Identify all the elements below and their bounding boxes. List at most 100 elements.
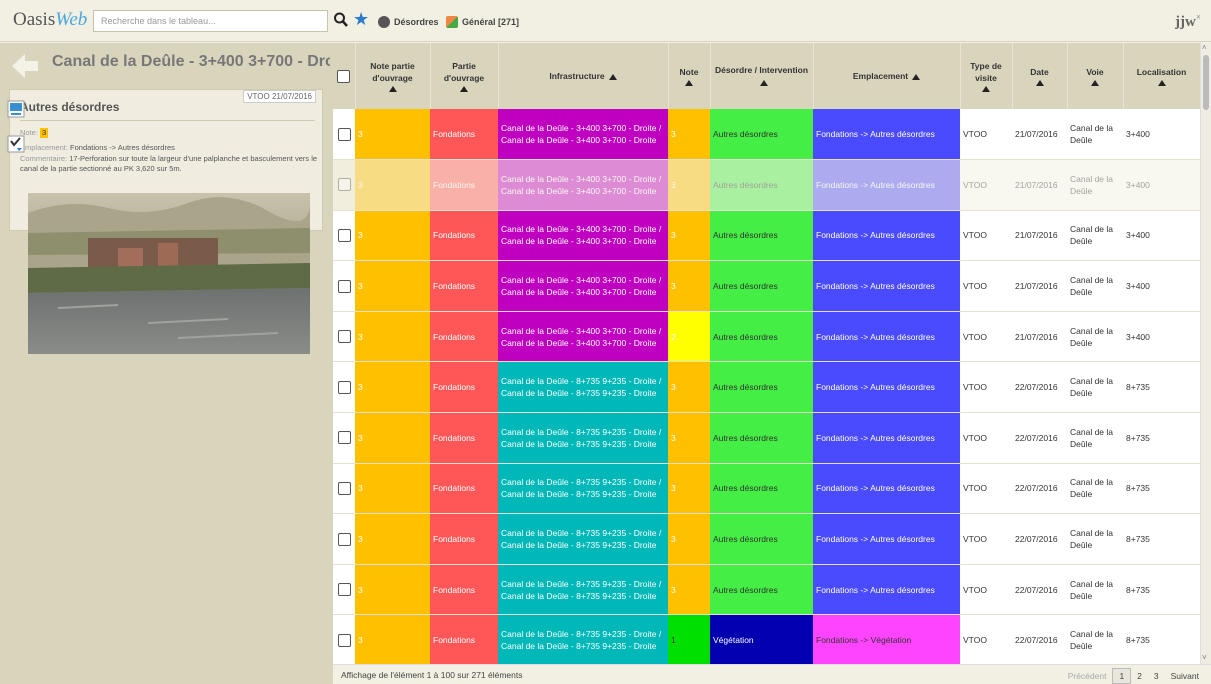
cell-partie: Fondations	[430, 210, 498, 262]
inspection-photo[interactable]	[28, 193, 310, 354]
table-row[interactable]: 3 Fondations Canal de la Deûle - 8+735 9+2…	[333, 412, 1200, 464]
app-logo[interactable]: OasisWeb	[13, 9, 87, 31]
close-icon[interactable]: ×	[1196, 12, 1201, 22]
cell-note: 3	[668, 109, 710, 161]
table-row[interactable]: 3 Fondations Canal de la Deûle - 3+400 3+7…	[333, 210, 1200, 262]
col-voie[interactable]: Voie	[1067, 43, 1124, 109]
cell-partie: Fondations	[430, 361, 498, 414]
table-row[interactable]: 3 Fondations Canal de la Deûle - 8+735 9+2…	[333, 614, 1200, 664]
table-row[interactable]: 3 Fondations Canal de la Deûle - 3+400 3+7…	[333, 109, 1200, 161]
col-date[interactable]: Date	[1012, 43, 1068, 109]
cell-infrastructure: Canal de la Deûle - 3+400 3+700 - Droite…	[498, 109, 668, 161]
cell-date: 21/07/2016	[1012, 260, 1067, 312]
table-row[interactable]: 3 Fondations Canal de la Deûle - 8+735 9+2…	[333, 513, 1200, 565]
table-row[interactable]: 3 Fondations Canal de la Deûle - 3+400 3+7…	[333, 311, 1200, 363]
col-infrastructure[interactable]: Infrastructure	[498, 43, 669, 109]
cell-type-visite: VTOO	[960, 109, 1012, 161]
cell-type-visite: VTOO	[960, 311, 1012, 363]
table-row[interactable]: 3 Fondations Canal de la Deûle - 3+400 3+7…	[333, 260, 1200, 312]
cell-desordre: Autres désordres	[710, 513, 813, 565]
search-icon[interactable]	[333, 11, 349, 29]
cell-emplacement: Fondations -> Autres désordres	[813, 412, 960, 464]
pagination-info: Affichage de l'élément 1 à 100 sur 271 é…	[341, 670, 523, 680]
cell-date: 22/07/2016	[1012, 513, 1067, 565]
cell-desordre: Autres désordres	[710, 311, 813, 363]
map-icon[interactable]	[7, 100, 25, 118]
filter-general[interactable]: Général [271]	[446, 14, 519, 30]
search-input[interactable]	[93, 10, 328, 32]
cell-localisation: 3+400	[1123, 109, 1200, 161]
page-3-button[interactable]: 3	[1148, 669, 1165, 683]
detail-title: Canal de la Deûle - 3+400 3+700 - Droite	[52, 53, 330, 70]
row-checkbox[interactable]	[337, 330, 351, 344]
select-all-checkbox[interactable]	[337, 69, 351, 83]
sort-asc-icon	[982, 86, 990, 92]
cell-desordre: Autres désordres	[710, 564, 813, 616]
row-checkbox[interactable]	[337, 178, 351, 192]
commentaire-line: Commentaire: 17-Perforation sur toute la…	[20, 154, 318, 174]
cell-type-visite: VTOO	[960, 412, 1012, 464]
cell-localisation: 3+400	[1123, 210, 1200, 262]
cell-date: 21/07/2016	[1012, 159, 1067, 211]
table-row[interactable]: 3 Fondations Canal de la Deûle - 3+400 3+7…	[333, 159, 1200, 211]
cell-type-visite: VTOO	[960, 564, 1012, 616]
previous-page-button[interactable]: Précédent	[1062, 669, 1113, 683]
col-emplacement[interactable]: Emplacement	[813, 43, 961, 109]
col-partie[interactable]: Partie d'ouvrage	[430, 43, 499, 109]
cell-type-visite: VTOO	[960, 513, 1012, 565]
scroll-up-icon[interactable]: ˄	[1202, 43, 1207, 52]
col-label: Date	[1030, 67, 1049, 77]
row-checkbox[interactable]	[337, 532, 351, 546]
table-row[interactable]: 3 Fondations Canal de la Deûle - 8+735 9+2…	[333, 463, 1200, 515]
row-checkbox[interactable]	[337, 279, 351, 293]
cell-voie: Canal de la Deûle	[1067, 210, 1123, 262]
sort-asc-icon	[388, 86, 397, 92]
col-localisation[interactable]: Localisation	[1123, 43, 1200, 109]
cell-note-po: 3	[355, 361, 430, 414]
vertical-scrollbar[interactable]: ˄ ˅	[1200, 43, 1211, 664]
col-note[interactable]: Note	[668, 43, 711, 109]
cell-date: 22/07/2016	[1012, 614, 1067, 664]
page-2-button[interactable]: 2	[1131, 669, 1148, 683]
row-checkbox-cell	[333, 564, 355, 616]
col-label: Partie d'ouvrage	[443, 61, 485, 83]
row-checkbox[interactable]	[337, 380, 351, 394]
cell-note-po: 3	[355, 513, 430, 565]
cell-type-visite: VTOO	[960, 463, 1012, 515]
col-note-po[interactable]: Note partie d'ouvrage	[355, 43, 431, 109]
table-row[interactable]: 3 Fondations Canal de la Deûle - 8+735 9+2…	[333, 361, 1200, 414]
cell-type-visite: VTOO	[960, 614, 1012, 664]
row-checkbox[interactable]	[337, 633, 351, 647]
cell-note-po: 3	[355, 412, 430, 464]
row-checkbox[interactable]	[337, 228, 351, 242]
star-icon[interactable]: ★	[353, 9, 369, 29]
row-checkbox-cell	[333, 159, 355, 211]
table-row[interactable]: 3 Fondations Canal de la Deûle - 8+735 9+2…	[333, 564, 1200, 616]
cell-emplacement: Fondations -> Autres désordres	[813, 109, 960, 161]
row-checkbox[interactable]	[337, 481, 351, 495]
cell-partie: Fondations	[430, 109, 498, 161]
row-checkbox[interactable]	[337, 431, 351, 445]
user-menu[interactable]: jjw×	[1175, 12, 1201, 31]
col-type-visite[interactable]: Type de visite	[960, 43, 1013, 109]
back-arrow-icon[interactable]	[10, 51, 40, 81]
emplacement-line: Emplacement: Fondations -> Autres désord…	[20, 143, 318, 153]
col-label: Localisation	[1136, 67, 1187, 77]
scroll-thumb[interactable]	[1203, 55, 1209, 110]
row-checkbox[interactable]	[337, 583, 351, 597]
scroll-down-icon[interactable]: ˅	[1202, 653, 1207, 662]
filter-desordres[interactable]: Désordres	[378, 14, 439, 30]
checklist-icon[interactable]	[7, 135, 25, 153]
note-line: Note: 3	[20, 128, 318, 138]
row-checkbox-cell	[333, 513, 355, 565]
cell-note: 1	[668, 614, 710, 664]
results-table: Note partie d'ouvrage Partie d'ouvrage I…	[333, 43, 1200, 664]
next-page-button[interactable]: Suivant	[1165, 669, 1205, 683]
col-desordre[interactable]: Désordre / Intervention	[710, 43, 814, 109]
page-1-button[interactable]: 1	[1112, 668, 1132, 684]
cell-emplacement: Fondations -> Autres désordres	[813, 210, 960, 262]
cell-localisation: 8+735	[1123, 463, 1200, 515]
cell-desordre: Autres désordres	[710, 412, 813, 464]
row-checkbox[interactable]	[337, 127, 351, 141]
cell-date: 22/07/2016	[1012, 564, 1067, 616]
